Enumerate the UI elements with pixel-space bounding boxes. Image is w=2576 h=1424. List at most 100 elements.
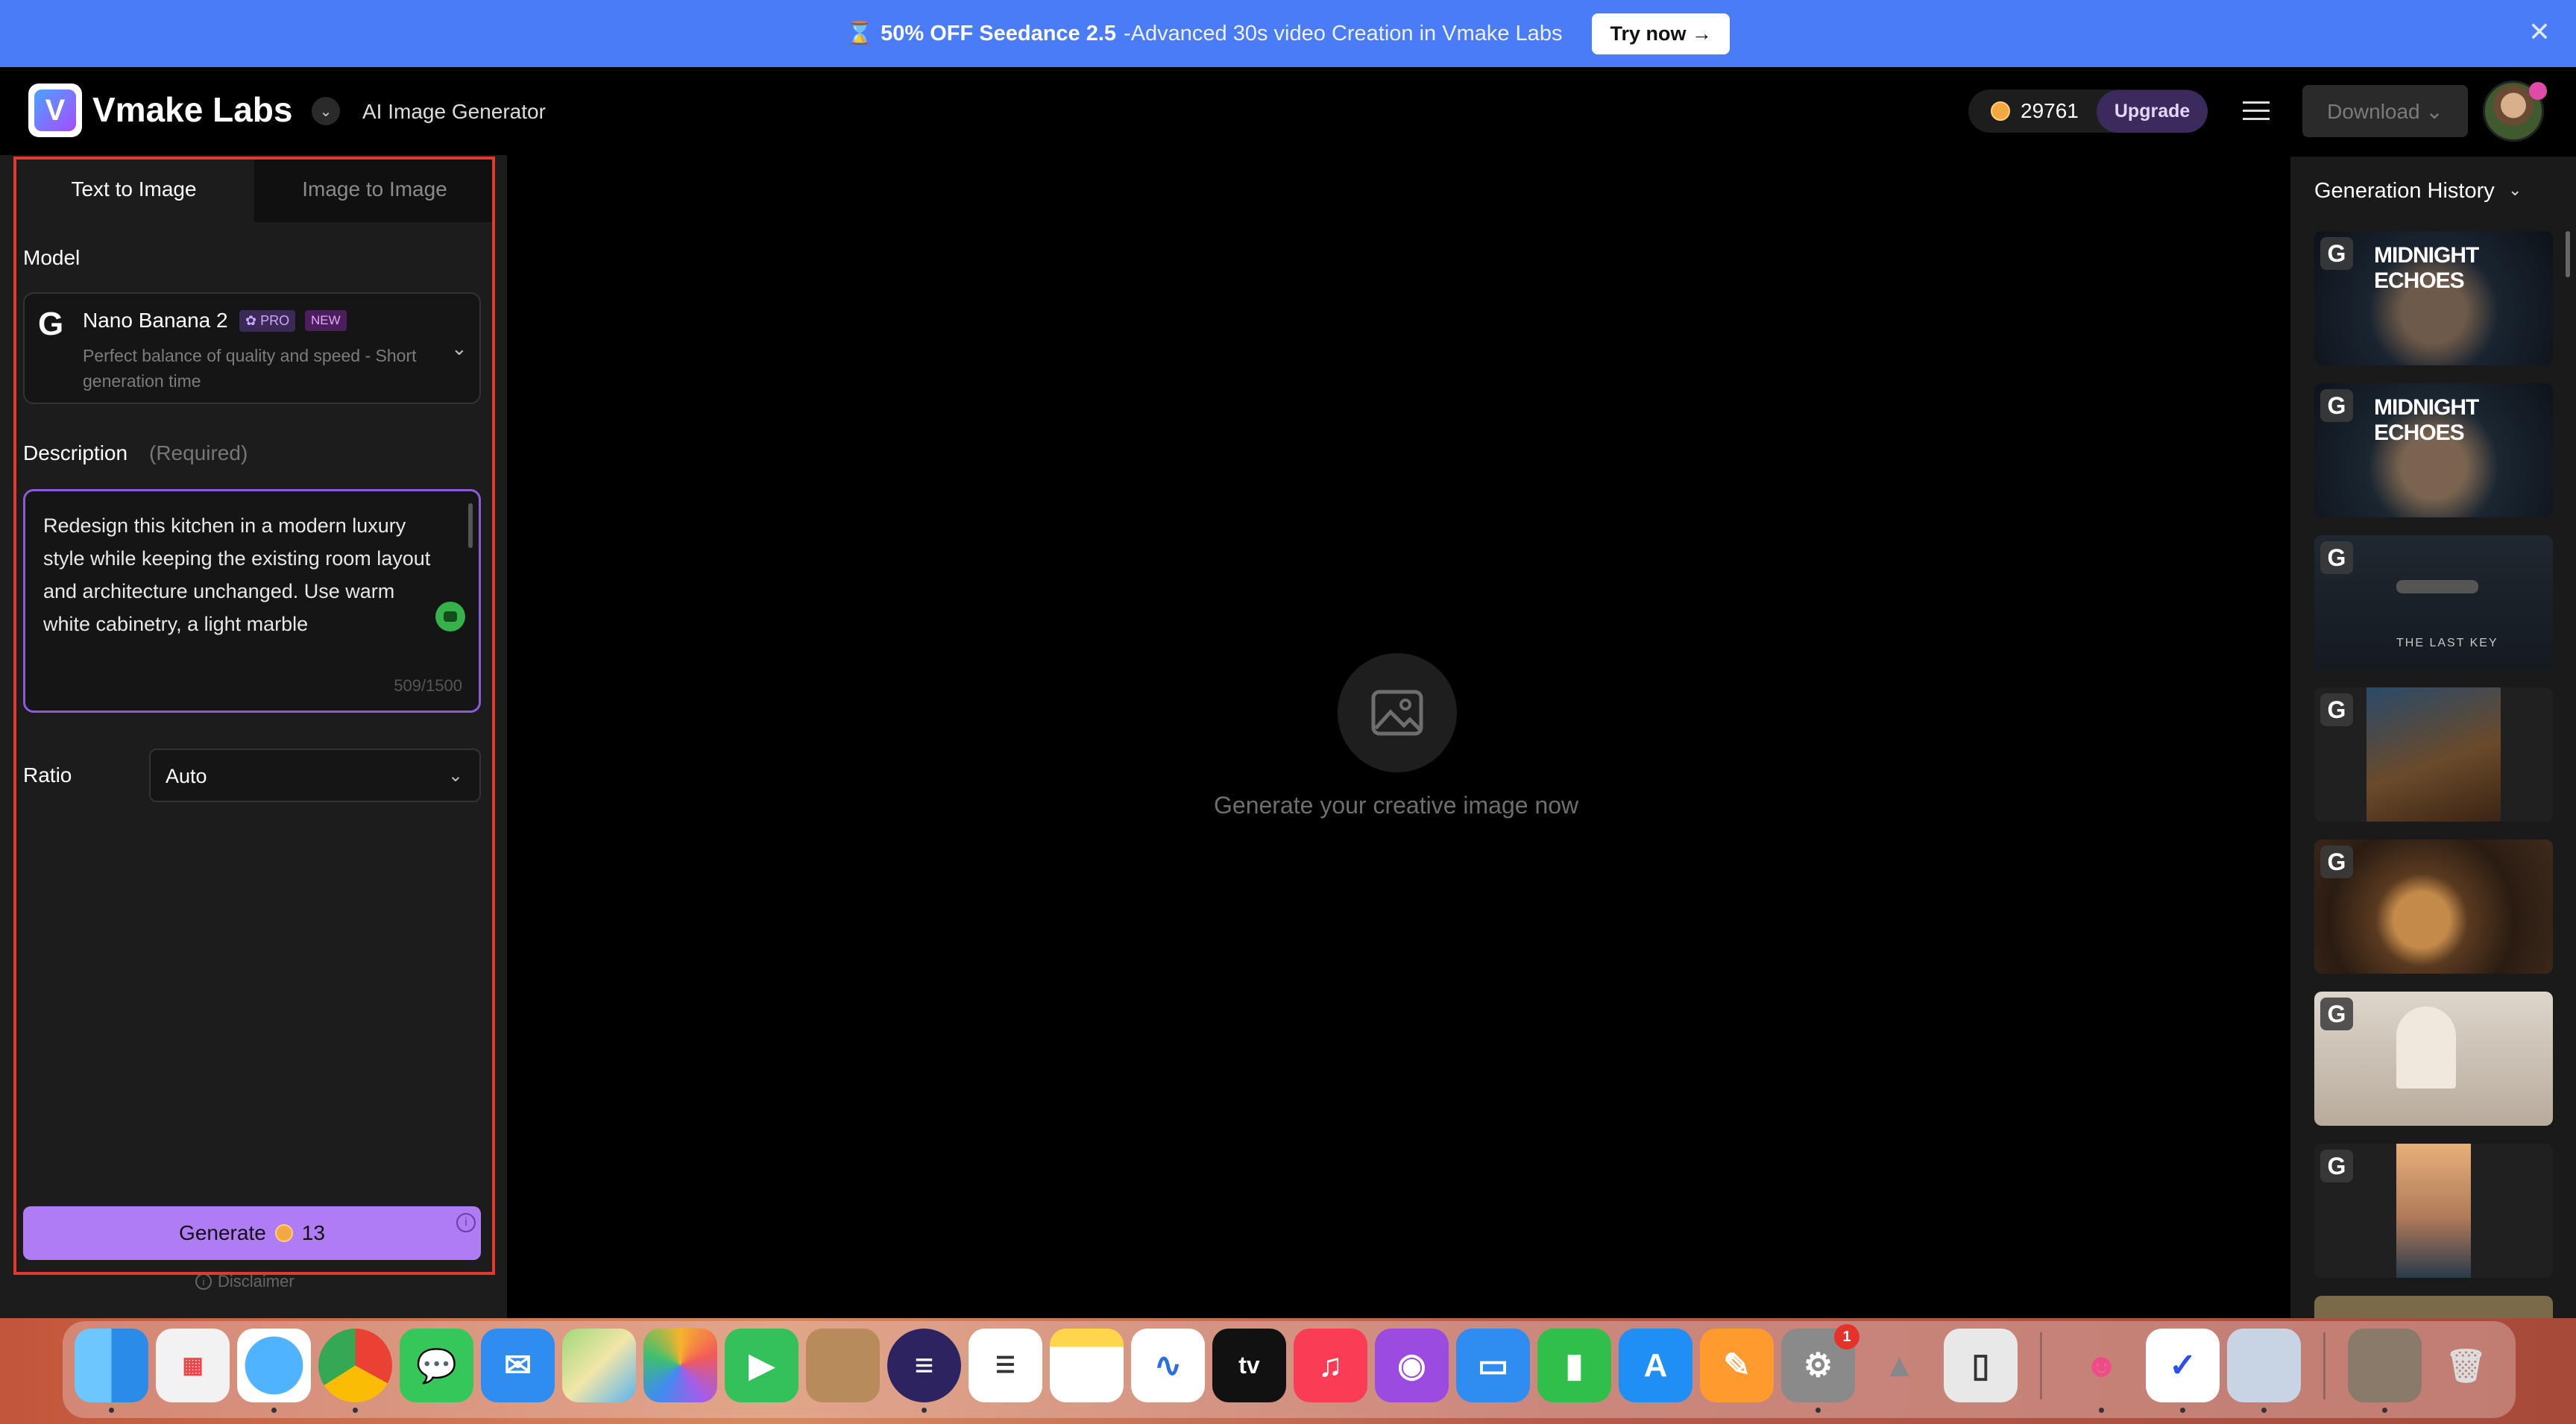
disclaimer-link[interactable]: i Disclaimer: [195, 1272, 295, 1291]
chevron-down-icon: ⌄: [451, 337, 467, 359]
thumbnail-title: MIDNIGHT ECHOES: [2374, 243, 2479, 293]
safari-icon[interactable]: [237, 1329, 311, 1413]
trash-icon[interactable]: 🗑: [2429, 1329, 2503, 1402]
description-input[interactable]: Redesign this kitchen in a modern luxury…: [23, 489, 481, 713]
promo-banner: ⌛ 50% OFF Seedance 2.5 -Advanced 30s vid…: [0, 0, 2576, 67]
top-header: V Vmake Labs ⌄ AI Image Generator 29761 …: [0, 67, 2576, 155]
chevron-down-icon: ⌄: [447, 766, 463, 786]
apple-tv-icon[interactable]: tv: [1212, 1329, 1286, 1402]
app-root: ⌛ 50% OFF Seedance 2.5 -Advanced 30s vid…: [0, 0, 2576, 1424]
facetime-icon[interactable]: ▶: [725, 1329, 799, 1402]
info-icon[interactable]: i: [456, 1213, 476, 1232]
launchpad-icon[interactable]: ▦: [156, 1329, 230, 1402]
generate-button[interactable]: Generate 13: [23, 1206, 481, 1260]
preview-icon[interactable]: [2227, 1329, 2301, 1413]
tab-text-to-image[interactable]: Text to Image: [13, 157, 254, 222]
disclaimer-label: Disclaimer: [218, 1272, 295, 1291]
contacts-icon[interactable]: [806, 1329, 880, 1402]
maps-icon[interactable]: [562, 1329, 636, 1402]
brand-name[interactable]: Vmake Labs: [92, 89, 292, 130]
eclipse-icon[interactable]: ≡: [887, 1329, 961, 1413]
download-button[interactable]: Download ⌄: [2302, 85, 2468, 137]
numbers-icon[interactable]: ▮: [1537, 1329, 1611, 1402]
tab-image-to-image[interactable]: Image to Image: [254, 157, 495, 222]
google-icon: G: [2320, 845, 2353, 878]
app-store-icon[interactable]: A: [1619, 1329, 1692, 1402]
finder-window-icon[interactable]: [2348, 1329, 2422, 1413]
rocket-icon[interactable]: ▲: [1862, 1329, 1936, 1402]
keynote-icon[interactable]: ▭: [1456, 1329, 1530, 1402]
dock-separator: [2040, 1332, 2042, 1399]
google-icon: G: [2320, 1150, 2353, 1182]
google-icon: G: [2320, 237, 2353, 270]
close-icon[interactable]: ✕: [2528, 16, 2551, 48]
pro-badge: ✿ PRO: [239, 310, 296, 332]
generate-cost: 13: [301, 1221, 325, 1244]
google-icon: G: [2320, 693, 2353, 726]
ratio-label: Ratio: [23, 763, 72, 787]
vmake-icon[interactable]: ✓: [2146, 1329, 2220, 1413]
notes-icon[interactable]: [1050, 1329, 1124, 1402]
model-description: Perfect balance of quality and speed - S…: [83, 346, 417, 391]
ai-assist-icon[interactable]: [435, 602, 465, 631]
thumbnail-subtitle: THE LAST KEY: [2396, 637, 2498, 649]
history-thumbnail[interactable]: G: [2314, 992, 2553, 1126]
mail-icon[interactable]: ✉: [481, 1329, 555, 1402]
google-icon: G: [2320, 998, 2353, 1030]
history-scrollbar[interactable]: [2566, 231, 2570, 277]
vmake-logo[interactable]: V: [28, 84, 82, 137]
ratio-select[interactable]: Auto ⌄: [149, 749, 481, 802]
history-thumbnail[interactable]: G MIDNIGHT ECHOES: [2314, 383, 2553, 517]
hourglass-icon: ⌛: [846, 22, 874, 45]
thumbnail-image: [2396, 1006, 2456, 1089]
image-placeholder-icon: [1338, 653, 1457, 772]
credits-count: 29761: [2021, 99, 2079, 122]
pages-icon[interactable]: ✎: [1700, 1329, 1774, 1402]
chevron-down-icon[interactable]: ⌄: [2508, 180, 2522, 200]
thumbnail-image: [2396, 1144, 2471, 1278]
new-badge: NEW: [305, 310, 347, 331]
robot-app-icon[interactable]: ☻: [2065, 1329, 2138, 1413]
coin-icon: [274, 1224, 293, 1242]
key-image: [2396, 580, 2478, 593]
iphone-mirroring-icon[interactable]: ▯: [1944, 1329, 2018, 1402]
textarea-scrollbar[interactable]: [468, 503, 473, 548]
menu-list-icon[interactable]: [2243, 101, 2270, 121]
model-select[interactable]: G Nano Banana 2 ✿ PRO NEW Perfect balanc…: [23, 292, 481, 404]
history-thumbnail[interactable]: G MIDNIGHT ECHOES: [2314, 231, 2553, 365]
system-settings-icon[interactable]: ⚙ 1: [1781, 1324, 1859, 1413]
photos-icon[interactable]: [643, 1329, 717, 1402]
messages-icon[interactable]: 💬: [400, 1329, 473, 1402]
finder-icon[interactable]: [75, 1329, 148, 1413]
history-title[interactable]: Generation History: [2314, 179, 2495, 204]
description-label: Description: [23, 441, 128, 464]
upgrade-button[interactable]: Upgrade: [2096, 89, 2208, 133]
google-icon: G: [38, 306, 64, 342]
credits-pill[interactable]: 29761 Upgrade: [1968, 89, 2208, 133]
try-now-button[interactable]: Try now →: [1592, 13, 1730, 54]
char-count: 509/1500: [394, 676, 462, 695]
model-label: Model: [23, 246, 81, 269]
history-thumbnail[interactable]: G: [2314, 839, 2553, 974]
podcasts-icon[interactable]: ◉: [1375, 1329, 1449, 1402]
google-icon: G: [2320, 541, 2353, 574]
dock-icons: ▦ 💬 ✉ ▶ ≡ ☰ ∿ tv ♫ ◉ ▭ ▮ A ✎ ⚙ 1 ▲ ▯ ☻ ✓ …: [75, 1324, 2503, 1413]
chevron-down-icon[interactable]: ⌄: [312, 97, 340, 125]
thumbnail-title: MIDNIGHT ECHOES: [2374, 395, 2479, 445]
music-icon[interactable]: ♫: [1294, 1329, 1367, 1402]
promo-bold: 50% OFF Seedance 2.5: [881, 21, 1117, 45]
empty-state-text: Generate your creative image now: [1214, 792, 1579, 819]
history-thumbnail[interactable]: G: [2314, 687, 2553, 822]
reminders-icon[interactable]: ☰: [969, 1329, 1042, 1402]
logo-letter: V: [34, 89, 76, 131]
thumbnail-image: [2366, 687, 2501, 822]
chrome-icon[interactable]: [318, 1329, 392, 1413]
history-thumbnail[interactable]: G: [2314, 1144, 2553, 1278]
avatar-badge: [2529, 82, 2547, 100]
coin-icon: [1991, 101, 2010, 121]
promo-text: ⌛ 50% OFF Seedance 2.5 -Advanced 30s vid…: [846, 21, 1562, 46]
description-text[interactable]: Redesign this kitchen in a modern luxury…: [43, 509, 431, 640]
freeform-icon[interactable]: ∿: [1131, 1329, 1205, 1402]
history-thumbnail[interactable]: G THE LAST KEY: [2314, 535, 2553, 670]
appletv-label: tv: [1238, 1352, 1260, 1379]
